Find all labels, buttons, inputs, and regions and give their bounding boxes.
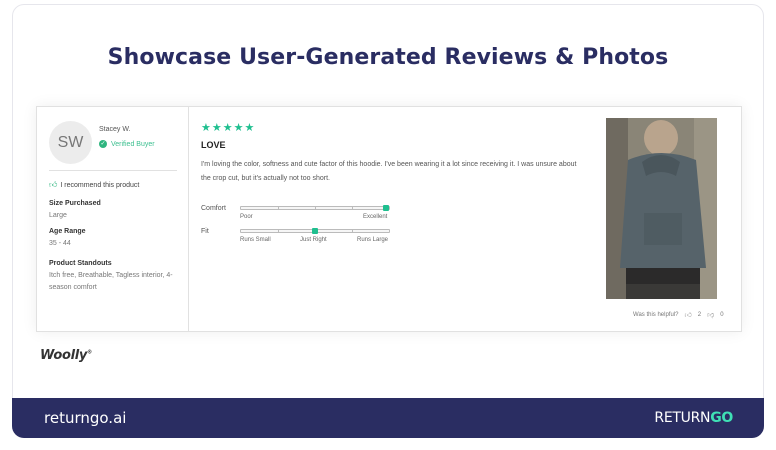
comfort-label: Comfort: [201, 205, 226, 212]
age-range-label: Age Range: [49, 228, 86, 235]
star-rating: ★★★★★: [201, 122, 256, 134]
review-title: LOVE: [201, 140, 226, 150]
divider: [49, 170, 177, 171]
fit-low-label: Runs Small: [240, 237, 271, 243]
recommend-row: 👍︎ I recommend this product: [49, 180, 139, 190]
woolly-logo: Woolly®: [40, 348, 92, 363]
page-title: Showcase User-Generated Reviews & Photos: [107, 45, 669, 70]
product-standouts-label: Product Standouts: [49, 260, 112, 267]
helpful-label: Was this helpful?: [633, 311, 679, 318]
reviewer-name: Stacey W.: [99, 126, 131, 133]
verified-label: Verified Buyer: [111, 140, 155, 148]
fit-high-label: Runs Large: [357, 237, 389, 243]
avatar: SW: [49, 121, 92, 164]
customer-photo-image: [606, 118, 717, 299]
product-standouts-value: Itch free, Breathable, Tagless interior,…: [49, 272, 173, 291]
footer-url[interactable]: returngo.ai: [44, 409, 126, 427]
helpful-yes-count: 2: [697, 311, 702, 318]
comfort-track: [240, 205, 390, 211]
thumbs-down-icon[interactable]: 👎︎: [707, 310, 714, 319]
thumbs-up-icon: 👍︎: [49, 180, 58, 189]
helpful-row: Was this helpful? 👍︎ 2 👎︎ 0: [633, 310, 724, 320]
review-card: SW Stacey W. ✓ Verified Buyer 👍︎ I recom…: [36, 106, 742, 332]
fit-label: Fit: [201, 228, 209, 235]
thumbs-up-icon[interactable]: 👍︎: [684, 310, 691, 319]
age-range-value: 35 - 44: [49, 240, 71, 247]
review-body: I'm loving the color, softness and cute …: [201, 161, 577, 182]
verified-badge: ✓ Verified Buyer: [99, 140, 155, 148]
fit-marker: [312, 228, 318, 234]
returngo-logo: RETURNGO: [654, 410, 733, 426]
comfort-low-label: Poor: [240, 214, 253, 220]
size-purchased-value: Large: [49, 212, 67, 219]
recommend-label: I recommend this product: [60, 181, 140, 189]
check-circle-icon: ✓: [99, 140, 107, 148]
fit-track: [240, 228, 390, 234]
reviewer-panel: SW Stacey W. ✓ Verified Buyer 👍︎ I recom…: [37, 107, 189, 331]
comfort-marker: [383, 205, 389, 211]
customer-photo[interactable]: [606, 118, 717, 299]
footer-bar: returngo.ai RETURNGO: [12, 398, 764, 438]
size-purchased-label: Size Purchased: [49, 200, 101, 207]
showcase-card: Showcase User-Generated Reviews & Photos…: [12, 4, 764, 438]
helpful-no-count: 0: [720, 311, 724, 318]
comfort-high-label: Excellent: [363, 214, 388, 220]
fit-mid-label: Just Right: [300, 237, 327, 243]
